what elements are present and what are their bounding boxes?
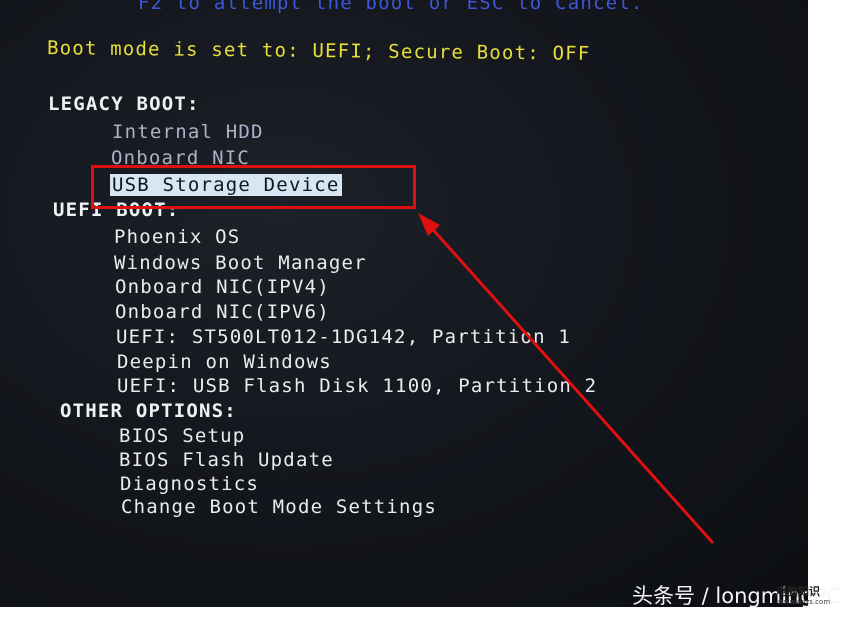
red-annotation-arrow (418, 213, 715, 544)
bios-boot-menu-screen: F2 to attempt the boot or ESC to Cancel.… (0, 0, 808, 607)
watermark-logo-url: www.dnzs.com (778, 598, 831, 606)
watermark-logo: 电脑知识 (776, 585, 820, 598)
